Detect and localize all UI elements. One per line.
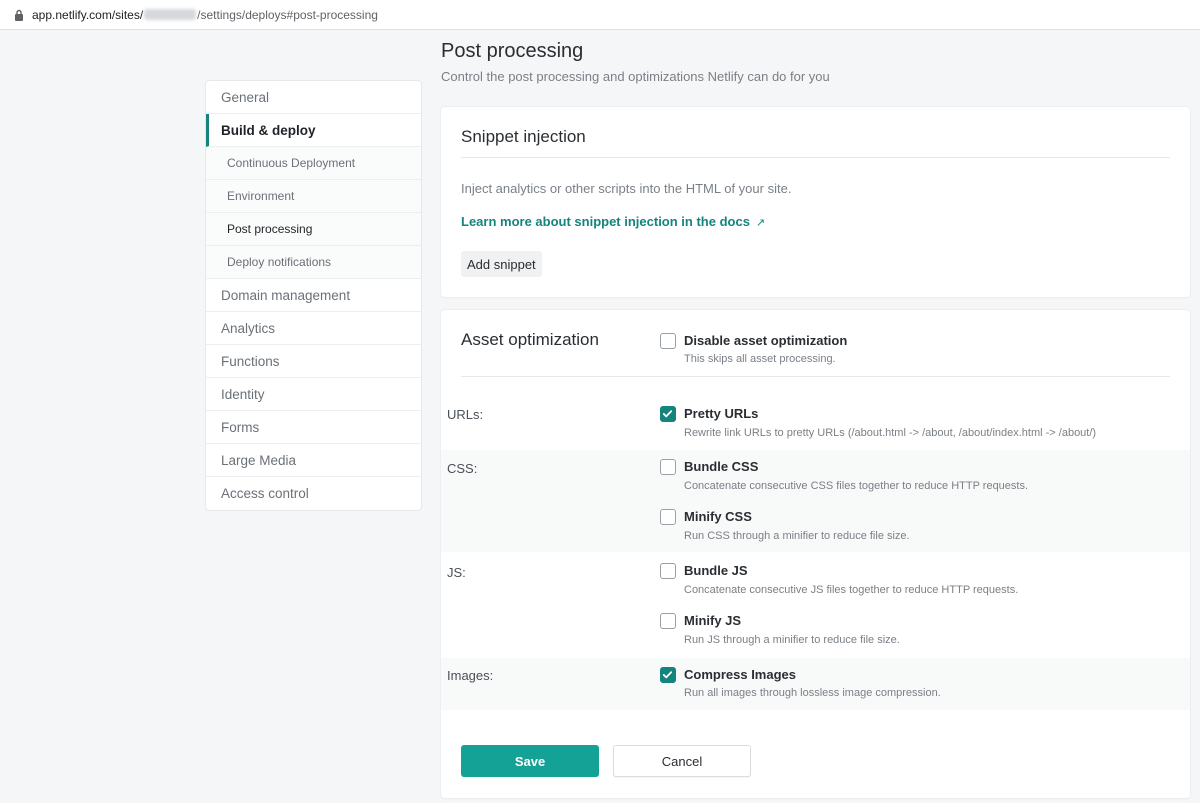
option-description: Rewrite link URLs to pretty URLs (/about…	[684, 427, 1097, 439]
snippet-injection-title: Snippet injection	[461, 127, 586, 146]
sidebar-subitem-environment[interactable]: Environment	[206, 180, 421, 213]
add-snippet-button[interactable]: Add snippet	[461, 251, 542, 277]
option-description: Concatenate consecutive JS files togethe…	[684, 584, 1019, 596]
option-description: Run all images through lossless image co…	[684, 687, 941, 699]
sidebar-item-analytics[interactable]: Analytics	[206, 312, 421, 345]
page-title: Post processing	[441, 40, 584, 62]
page-subtitle: Control the post processing and optimiza…	[441, 69, 830, 84]
urls-row-label: URLs:	[447, 407, 484, 422]
sidebar-item-functions[interactable]: Functions	[206, 345, 421, 378]
sidebar-item-identity[interactable]: Identity	[206, 378, 421, 411]
sidebar-item-access-control[interactable]: Access control	[206, 477, 421, 510]
pretty-urls-checkbox[interactable]	[660, 406, 676, 422]
settings-sidebar: General Build & deploy Continuous Deploy…	[205, 80, 422, 511]
option-label: Pretty URLs	[684, 406, 759, 421]
compress-images-checkbox[interactable]	[660, 667, 676, 683]
bundle-js-checkbox[interactable]	[660, 563, 676, 579]
minify-css-checkbox[interactable]	[660, 509, 676, 525]
images-row	[441, 658, 1190, 710]
sidebar-subitem-deploy-notifications[interactable]: Deploy notifications	[206, 246, 421, 279]
option-label: Disable asset optimization	[684, 333, 848, 348]
snippet-injection-card: Snippet injection Inject analytics or ot…	[441, 107, 1190, 297]
redacted-site-name	[144, 9, 197, 20]
divider	[461, 157, 1170, 158]
asset-optimization-card: Asset optimization Disable asset optimiz…	[441, 310, 1190, 798]
option-label: Bundle CSS	[684, 459, 759, 474]
bundle-css-checkbox[interactable]	[660, 459, 676, 475]
snippet-description: Inject analytics or other scripts into t…	[461, 181, 792, 196]
option-label: Minify JS	[684, 613, 742, 628]
option-description: Run JS through a minifier to reduce file…	[684, 634, 900, 646]
lock-icon	[14, 9, 24, 21]
sidebar-item-general[interactable]: General	[206, 81, 421, 114]
save-button[interactable]: Save	[461, 745, 599, 777]
sidebar-subitem-continuous-deployment[interactable]: Continuous Deployment	[206, 147, 421, 180]
sidebar-item-domain-management[interactable]: Domain management	[206, 279, 421, 312]
option-description: Run CSS through a minifier to reduce fil…	[684, 530, 910, 542]
divider	[461, 376, 1170, 377]
option-label: Minify CSS	[684, 509, 752, 524]
sidebar-subitem-post-processing[interactable]: Post processing	[206, 213, 421, 246]
images-row-label: Images:	[447, 668, 494, 683]
url-prefix: app.netlify.com/sites/	[32, 7, 144, 22]
browser-address-bar[interactable]: app.netlify.com/sites/ /settings/deploys…	[0, 0, 1200, 30]
sidebar-item-forms[interactable]: Forms	[206, 411, 421, 444]
css-row-label: CSS:	[447, 461, 478, 476]
sidebar-item-build-deploy[interactable]: Build & deploy	[206, 114, 421, 147]
checkmark-icon	[662, 671, 673, 679]
option-description: Concatenate consecutive CSS files togeth…	[684, 480, 1029, 492]
option-label: Bundle JS	[684, 563, 748, 578]
sidebar-item-large-media[interactable]: Large Media	[206, 444, 421, 477]
minify-js-checkbox[interactable]	[660, 613, 676, 629]
option-description: This skips all asset processing.	[684, 353, 836, 365]
snippet-docs-link-text: Learn more about snippet injection in th…	[461, 214, 750, 229]
url-suffix: /settings/deploys#post-processing	[197, 7, 378, 22]
external-link-icon: ↗	[755, 217, 766, 229]
js-row-label: JS:	[447, 565, 466, 580]
snippet-docs-link[interactable]: Learn more about snippet injection in th…	[461, 214, 765, 229]
option-label: Compress Images	[684, 667, 796, 682]
asset-optimization-title: Asset optimization	[461, 330, 599, 349]
cancel-button[interactable]: Cancel	[613, 745, 751, 777]
checkmark-icon	[662, 410, 673, 418]
disable-asset-optimization-checkbox[interactable]	[660, 333, 676, 349]
